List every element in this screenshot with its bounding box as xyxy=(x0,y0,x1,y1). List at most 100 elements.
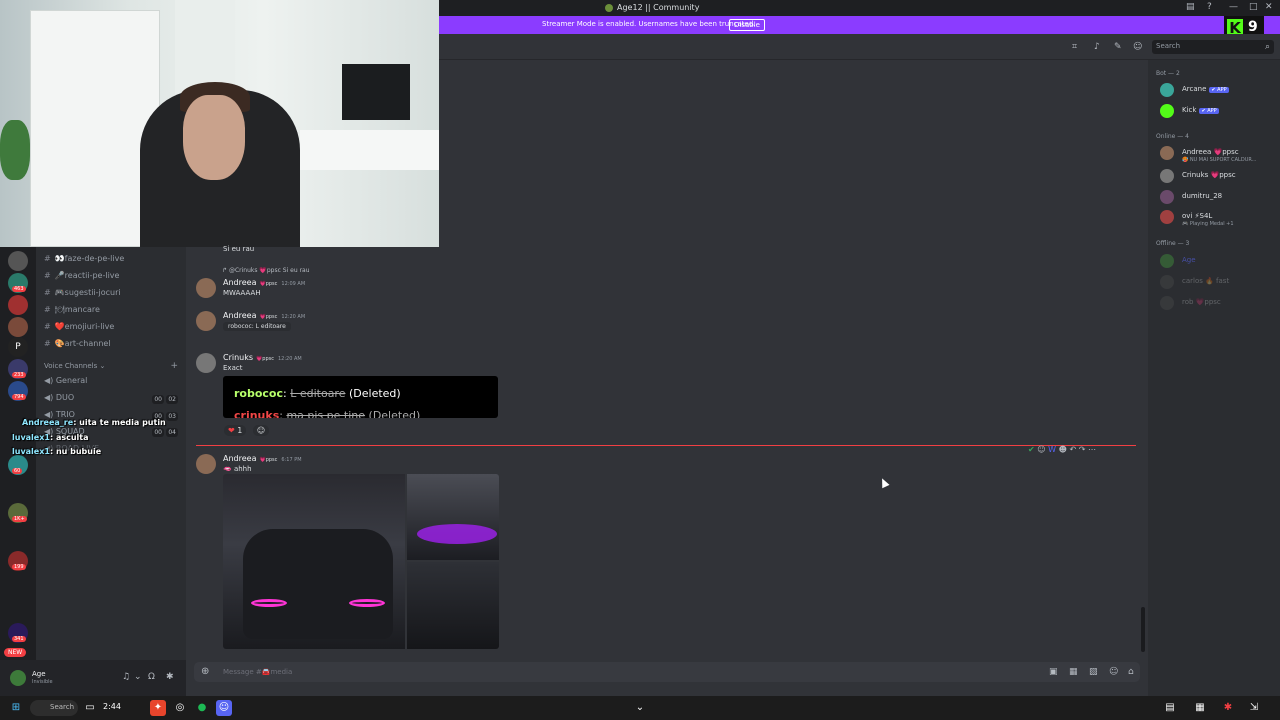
chat-area: Si eu rau ↱ @Crinuks 💗ppsc Si eu rau And… xyxy=(186,245,1148,660)
help-icon[interactable]: ? xyxy=(1207,2,1212,12)
emoji-icon[interactable]: ☺ xyxy=(1037,445,1045,454)
message-author[interactable]: Crinuks 💗ppsc 12:20 AM xyxy=(223,353,302,362)
car-image-top[interactable] xyxy=(407,474,499,560)
server-icon-3[interactable] xyxy=(8,295,28,315)
apps-icon[interactable]: ⌂ xyxy=(1128,667,1134,677)
voice-channels-header[interactable]: Voice Channels ⌄ xyxy=(44,362,105,370)
car-image-bottom[interactable] xyxy=(407,562,499,649)
microphone-icon[interactable]: ♫ xyxy=(122,672,130,682)
message-placeholder: Message #🚘media xyxy=(223,668,293,676)
discord-icon[interactable]: ☺ xyxy=(216,700,232,716)
headlight xyxy=(349,599,385,607)
channel-item[interactable]: # 🎨art-channel xyxy=(44,339,111,348)
minimize-button[interactable]: — xyxy=(1229,2,1238,12)
server-icon-4[interactable] xyxy=(8,317,28,337)
notification-icon[interactable]: ▦ xyxy=(1192,700,1208,716)
network-icon[interactable]: ▤ xyxy=(1162,700,1178,716)
headlight xyxy=(251,599,287,607)
title-bar: Age12 || Community ▤ ? — □ ✕ xyxy=(439,0,1280,16)
avatar[interactable] xyxy=(196,454,216,474)
chat-scrollbar[interactable] xyxy=(1141,607,1145,652)
tray-app-icon[interactable]: ✱ xyxy=(1220,700,1236,716)
channel-item[interactable]: # 🎮sugestii-jocuri xyxy=(44,288,121,297)
close-button[interactable]: ✕ xyxy=(1265,2,1273,12)
threads-icon[interactable]: ⌗ xyxy=(1072,42,1077,52)
server-badge: 463 xyxy=(12,286,26,292)
task-view-icon[interactable]: ▭ xyxy=(82,700,98,716)
check-icon[interactable]: ✔ xyxy=(1028,445,1035,454)
gif-icon[interactable]: ▦ xyxy=(1069,667,1078,677)
add-reaction-icon[interactable]: ☺ xyxy=(252,425,270,436)
sticker-icon[interactable]: ▧ xyxy=(1089,667,1098,677)
server-badge: 199 xyxy=(12,564,26,570)
avatar xyxy=(1160,190,1174,204)
windows-start-icon[interactable]: ⊞ xyxy=(8,700,24,716)
avatar[interactable] xyxy=(196,311,216,331)
more-icon[interactable]: ⋯ xyxy=(1088,445,1096,454)
message-author[interactable]: Andreea 💗ppsc 6:17 PM xyxy=(223,454,302,463)
spotify-icon[interactable]: ● xyxy=(194,700,210,716)
avatar[interactable] xyxy=(10,670,26,686)
server-icon-1[interactable] xyxy=(8,251,28,271)
maximize-button[interactable]: □ xyxy=(1249,2,1258,12)
server-badge: 60 xyxy=(12,468,23,474)
app-icon[interactable]: ✦ xyxy=(150,700,166,716)
show-desktop-icon[interactable]: ⇲ xyxy=(1246,700,1262,716)
app-badge: ✔ APP xyxy=(1199,108,1219,114)
chrome-icon[interactable]: ◎ xyxy=(172,700,188,716)
gift-icon[interactable]: ▣ xyxy=(1049,667,1058,677)
webcam-tv xyxy=(342,64,410,120)
message-actions: ✔ ☺ W ☻ ↶ ↷ ⋯ xyxy=(1028,445,1096,454)
server-icon-11[interactable]: 341 xyxy=(8,623,28,643)
server-icon-9[interactable]: 1K+ xyxy=(8,503,28,523)
car-shape xyxy=(243,529,393,639)
search-icon[interactable]: ⌕ xyxy=(1265,42,1270,52)
attach-plus-icon[interactable]: ⊕ xyxy=(201,666,209,677)
server-badge: 1K+ xyxy=(12,516,27,522)
voice-channel-item[interactable]: ◀) General xyxy=(44,376,87,385)
message-author[interactable]: Andreea 💗ppsc 12:20 AM xyxy=(223,311,305,320)
taskbar-search[interactable]: Search xyxy=(30,700,78,716)
window-title: Age12 || Community xyxy=(617,3,700,12)
reply-icon[interactable]: ↶ xyxy=(1070,445,1077,454)
inbox-icon[interactable]: ▤ xyxy=(1186,2,1195,12)
forward-icon[interactable]: ↷ xyxy=(1079,445,1086,454)
speaker-icon: ◀) xyxy=(44,376,56,385)
avatar[interactable] xyxy=(196,278,216,298)
members-icon[interactable]: ☺ xyxy=(1133,42,1142,52)
pin-icon[interactable]: ✎ xyxy=(1114,42,1122,52)
message-author[interactable]: Andreea 💗ppsc 12:09 AM xyxy=(223,278,305,287)
search-input[interactable]: Search xyxy=(1152,40,1274,54)
bell-icon[interactable]: ♪ xyxy=(1094,42,1100,52)
gear-icon[interactable]: ✱ xyxy=(166,672,174,682)
server-icon-p[interactable]: P xyxy=(8,337,28,357)
add-channel-icon[interactable]: + xyxy=(170,361,178,371)
chevron-down-icon[interactable]: ⌄ xyxy=(632,700,648,716)
server-icon-7[interactable]: 794 xyxy=(8,381,28,401)
add-reaction-icon[interactable]: ☻ xyxy=(1059,445,1067,454)
avatar xyxy=(1160,169,1174,183)
channel-item[interactable]: # 🍽mancare xyxy=(44,305,100,314)
reply-reference[interactable]: ↱ @Crinuks 💗ppsc Si eu rau xyxy=(222,267,310,274)
w-icon[interactable]: W xyxy=(1048,445,1056,454)
server-icon-2[interactable]: 463 xyxy=(8,273,28,293)
avatar[interactable] xyxy=(196,353,216,373)
channel-item[interactable]: # ❤️emojiuri-live xyxy=(44,322,114,331)
car-image-main[interactable] xyxy=(223,474,405,649)
server-icon-8[interactable]: 60 xyxy=(8,455,28,475)
new-servers-badge[interactable]: NEW xyxy=(4,648,27,657)
emoji-icon[interactable]: ☺ xyxy=(1109,667,1118,677)
disable-streamer-button[interactable]: Disable xyxy=(729,19,765,31)
server-icon-6[interactable]: 233 xyxy=(8,359,28,379)
channel-item[interactable]: # 👀faze-de-pe-live xyxy=(44,254,124,263)
message-input[interactable]: ⊕ Message #🚘media ▣ ▦ ▧ ☺ ⌂ xyxy=(194,662,1140,682)
member-list: Bot — 2 Arcane ✔ APP Kick ✔ APP Online — 4… xyxy=(1148,60,1280,696)
reaction[interactable]: ❤ 1 xyxy=(224,425,247,436)
windows-taskbar: ⊞ Search ▭ 2:44 ✦ ◎ ● ☺ ⌄ ▤ ▦ ✱ ⇲ xyxy=(0,696,1280,720)
server-icon-10[interactable]: 199 xyxy=(8,551,28,571)
channel-item[interactable]: # 🎤reactii-pe-live xyxy=(44,271,119,280)
embed-line: robococ: L editoare (Deleted) xyxy=(234,387,401,400)
voice-channel-item[interactable]: ◀) DUO xyxy=(44,393,74,402)
chevron-down-icon[interactable]: ⌄ xyxy=(134,672,142,682)
headphones-icon[interactable]: Ω xyxy=(148,672,155,682)
